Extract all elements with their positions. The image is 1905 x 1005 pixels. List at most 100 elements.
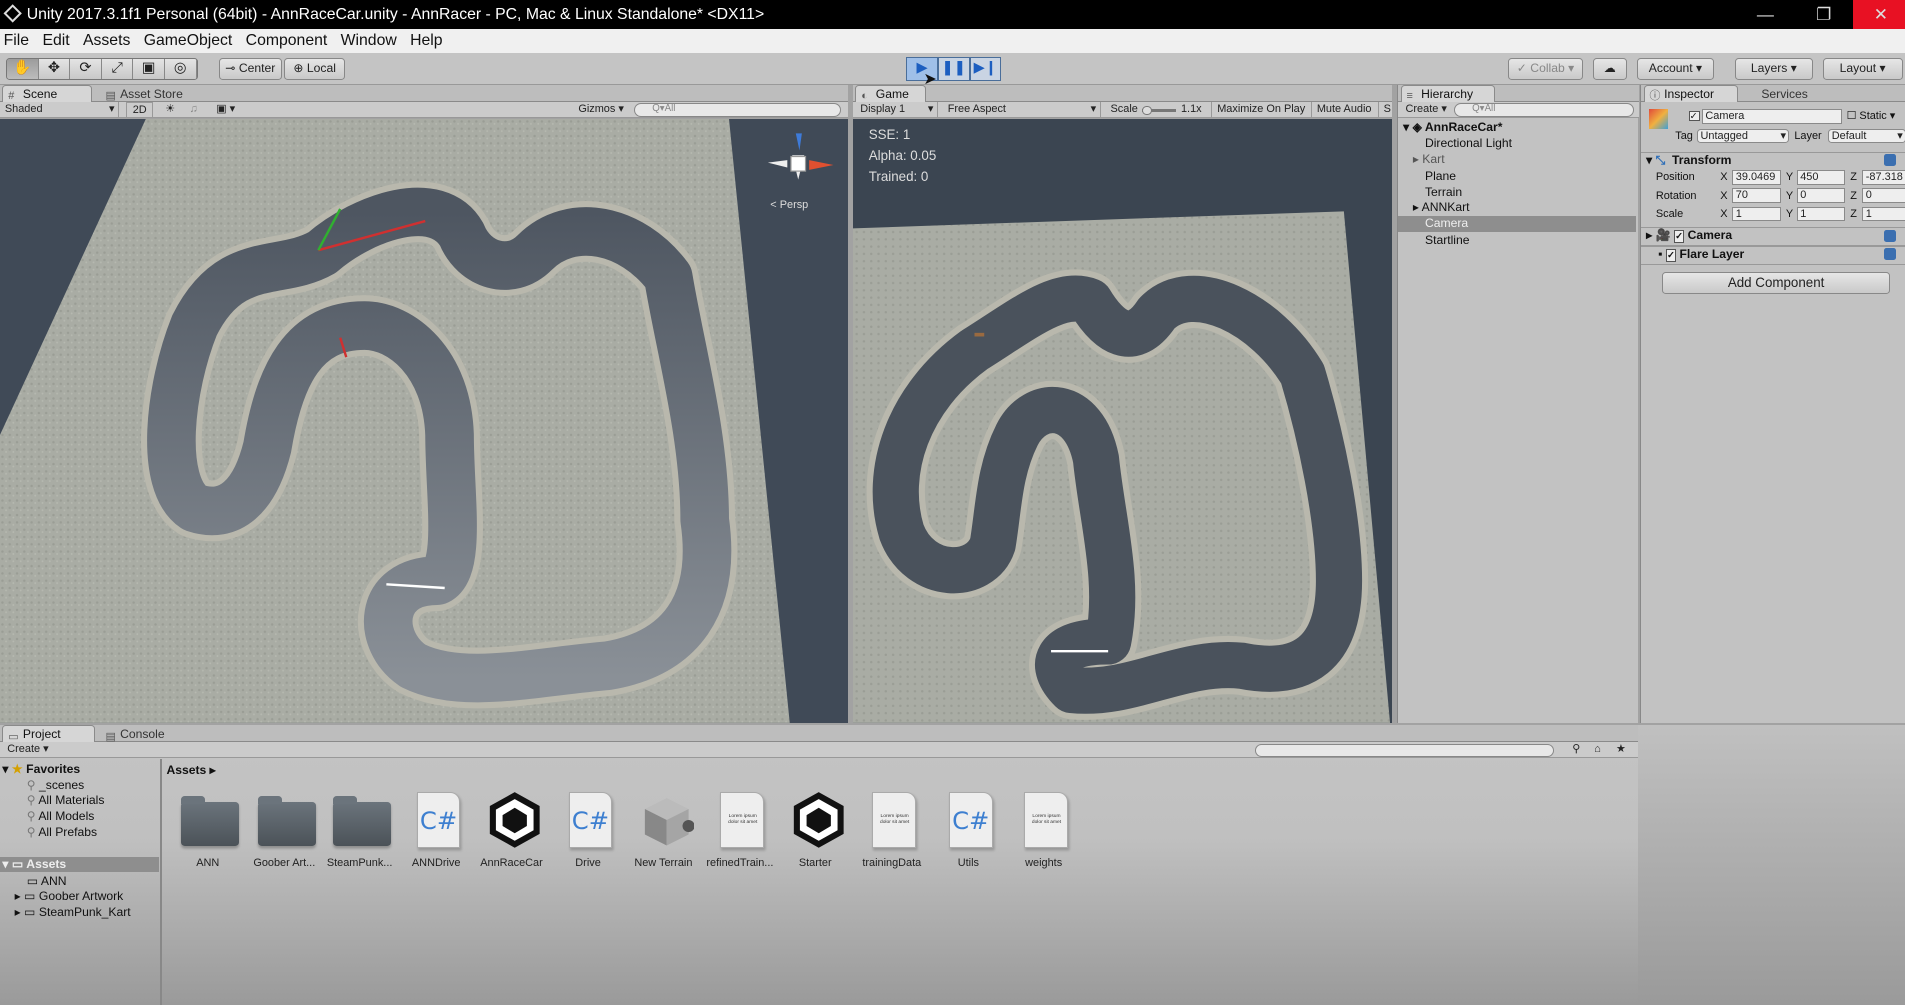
step-button[interactable]: ▶❙ (969, 57, 1002, 82)
favorites-header[interactable]: ▾ ★ Favorites (2, 762, 80, 776)
hierarchy-item-camera[interactable]: Camera (1398, 216, 1637, 233)
flare-enabled-checkbox[interactable]: ✓ (1665, 248, 1677, 262)
tree-item-ann[interactable]: ▭ ANN (27, 874, 67, 888)
menu-window[interactable]: Window (341, 29, 397, 53)
scale-tool-icon[interactable]: ⤢ (101, 59, 134, 79)
scene-orientation-gizmo[interactable]: < Persp (763, 131, 836, 211)
lighting-icon[interactable]: ☀ (160, 102, 175, 118)
component-help-icon[interactable] (1884, 154, 1897, 167)
gizmos-dropdown[interactable]: Gizmos ▾ (573, 102, 624, 118)
hierarchy-search-input[interactable]: Q▾All (1454, 103, 1634, 117)
cloud-icon[interactable]: ☁ (1592, 58, 1627, 81)
account-dropdown[interactable]: Account ▾ (1636, 58, 1715, 81)
pivot-local-button[interactable]: ⊕ Local (284, 58, 346, 81)
position-z-field[interactable]: -87.318 (1862, 170, 1905, 185)
favorite-scenes[interactable]: ⚲ _scenes (27, 778, 85, 792)
tree-item-steampunk-kart[interactable]: ▸ ▭ SteamPunk_Kart (15, 905, 131, 919)
tab-project[interactable]: ▭ Project (2, 725, 95, 743)
tab-scene[interactable]: # Scene (2, 85, 93, 102)
tab-services[interactable]: Services (1741, 85, 1814, 102)
hierarchy-create-dropdown[interactable]: Create ▾ (1401, 102, 1447, 118)
transform-tool-icon[interactable]: ◎ (164, 59, 197, 79)
scene-search-input[interactable]: Q▾All (634, 103, 841, 117)
layer-dropdown[interactable]: Default ▾ (1828, 128, 1905, 144)
tab-game[interactable]: ◐ Game (855, 85, 926, 102)
move-tool-icon[interactable]: ✥ (38, 59, 71, 79)
display-dropdown[interactable]: Display 1 ▾ (855, 102, 938, 118)
position-y-field[interactable]: 450 (1796, 170, 1846, 185)
scene-root-item[interactable]: ▾ ◈ AnnRaceCar* (1403, 120, 1502, 134)
static-checkbox[interactable]: ☐ Static ▾ (1847, 109, 1896, 122)
breadcrumb[interactable]: Assets ▸ (166, 763, 215, 777)
active-checkbox[interactable]: ✓ (1688, 110, 1700, 122)
menu-edit[interactable]: Edit (42, 29, 69, 53)
tab-inspector[interactable]: ⓘ Inspector (1643, 85, 1739, 102)
favorite-star-icon[interactable]: ★ (1611, 742, 1626, 758)
add-component-button[interactable]: Add Component (1661, 272, 1891, 295)
hierarchy-item-annkart[interactable]: ▸ ANNKart (1413, 200, 1470, 214)
inspector-empty-area (1637, 725, 1905, 1005)
scale-x-field[interactable]: 1 (1732, 206, 1781, 222)
rotation-y-field[interactable]: 0 (1796, 188, 1846, 203)
audio-icon[interactable]: ♫ (185, 102, 198, 118)
flare-layer-header[interactable]: ▪ ✓ Flare Layer (1658, 247, 1744, 262)
shading-mode-dropdown[interactable]: Shaded ▾ (0, 102, 120, 118)
rotate-tool-icon[interactable]: ⟳ (70, 59, 102, 79)
persp-label[interactable]: < Persp (770, 199, 808, 211)
project-create-dropdown[interactable]: Create ▾ (2, 742, 48, 758)
hierarchy-item-terrain[interactable]: Terrain (1425, 185, 1462, 199)
hierarchy-item-directional-light[interactable]: Directional Light (1425, 136, 1512, 150)
camera-help-icon[interactable] (1884, 229, 1897, 242)
tree-item-goober-artwork[interactable]: ▸ ▭ Goober Artwork (15, 889, 124, 903)
menu-file[interactable]: File (4, 29, 29, 53)
assets-root-item[interactable]: ▾ ▭ Assets (0, 856, 160, 873)
hierarchy-item-plane[interactable]: Plane (1425, 169, 1456, 183)
2d-toggle[interactable]: 2D (126, 102, 154, 118)
close-button[interactable]: ✕ (1852, 0, 1905, 30)
camera-component-header[interactable]: ▸ 🎥 ✓ Camera (1646, 228, 1732, 244)
favorite-materials[interactable]: ⚲ All Materials (27, 793, 105, 807)
layers-dropdown[interactable]: Layers ▾ (1735, 58, 1813, 81)
minimize-button[interactable]: — (1737, 0, 1793, 29)
game-panel: ◐ Game Display 1 ▾ Free Aspect ▾ Scale 1.1x… (852, 85, 1393, 723)
rotation-z-field[interactable]: 0 (1862, 188, 1905, 203)
menu-component[interactable]: Component (246, 29, 328, 53)
camera-enabled-checkbox[interactable]: ✓ (1674, 230, 1685, 244)
flare-help-icon[interactable] (1884, 247, 1897, 260)
hierarchy-item-kart[interactable]: ▸ Kart (1413, 152, 1445, 166)
favorite-prefabs[interactable]: ⚲ All Prefabs (27, 825, 97, 839)
menu-gameobject[interactable]: GameObject (144, 29, 233, 53)
position-x-field[interactable]: 39.0469 (1732, 170, 1781, 185)
rotation-x-field[interactable]: 70 (1732, 188, 1781, 203)
project-search-input[interactable] (1255, 743, 1554, 757)
menu-help[interactable]: Help (410, 29, 442, 53)
scene-viewport[interactable]: < Persp (0, 119, 849, 723)
hand-tool-icon[interactable]: ✋ (7, 59, 39, 79)
layout-dropdown[interactable]: Layout ▾ (1822, 58, 1903, 81)
rect-tool-icon[interactable]: ▣ (133, 59, 165, 79)
maximize-on-play-toggle[interactable]: Maximize On Play (1211, 102, 1305, 118)
filter-type-icon[interactable]: ⚲ (1567, 742, 1580, 758)
maximize-button[interactable]: ❐ (1796, 0, 1852, 29)
scale-z-field[interactable]: 1 (1862, 206, 1905, 222)
effects-icon[interactable]: ▣ ▾ (211, 102, 235, 118)
stats-toggle[interactable]: S (1377, 102, 1391, 118)
tab-hierarchy[interactable]: ≡ Hierarchy (1400, 85, 1496, 102)
collab-button[interactable]: ✓ Collab ▾ (1507, 58, 1584, 81)
tab-console[interactable]: ▤ Console (100, 725, 185, 742)
hierarchy-item-startline[interactable]: Startline (1425, 233, 1470, 247)
scale-slider[interactable] (1142, 105, 1177, 116)
game-viewport[interactable]: SSE: 1 Alpha: 0.05 Trained: 0 (852, 119, 1393, 723)
tag-dropdown[interactable]: Untagged ▾ (1697, 128, 1790, 144)
tab-asset-store[interactable]: ▤ Asset Store (100, 85, 197, 102)
filter-label-icon[interactable]: ⌂ (1589, 742, 1601, 758)
mute-audio-toggle[interactable]: Mute Audio (1310, 102, 1371, 118)
pivot-center-button[interactable]: ⊸ Center (218, 58, 282, 81)
transform-header[interactable]: ▾ ⤡ Transform (1646, 153, 1731, 168)
aspect-dropdown[interactable]: Free Aspect ▾ (943, 102, 1101, 118)
scale-y-field[interactable]: 1 (1796, 206, 1846, 222)
favorite-models[interactable]: ⚲ All Models (27, 809, 95, 823)
pause-button[interactable]: ❚❚ (937, 57, 970, 82)
object-name-field[interactable]: Camera (1702, 109, 1842, 124)
menu-assets[interactable]: Assets (83, 29, 130, 53)
